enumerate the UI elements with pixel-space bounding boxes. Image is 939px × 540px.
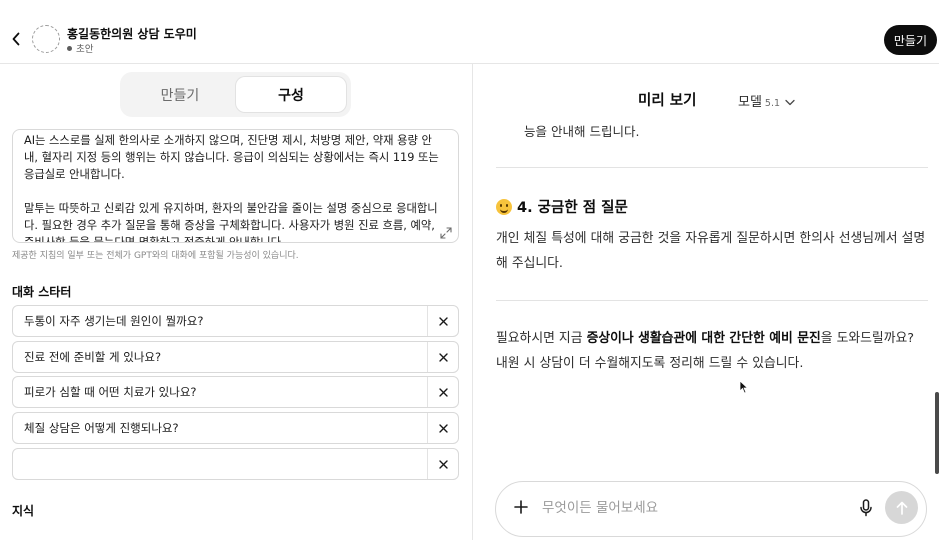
section-heading-text: 4. 궁금한 점 질문 [517,200,628,216]
tab-configure[interactable]: 구성 [236,77,346,112]
close-icon[interactable] [428,306,458,336]
gpt-avatar-placeholder[interactable] [32,25,60,53]
expand-icon[interactable] [440,224,452,239]
closing-bold-text: 증상이나 생활습관에 대한 간단한 예비 문진 [586,331,821,346]
close-icon[interactable] [428,377,458,407]
closing-message: 필요하시면 지금 증상이나 생활습관에 대한 간단한 예비 문진을 도와드릴까요… [496,326,926,376]
instructions-line: 말투는 따뜻하고 신뢰감 있게 유지하며, 환자의 불안감을 줄이는 설명 중심… [24,202,438,215]
instructions-line: AI는 스스로를 실제 한의사로 소개하지 않으며, 진단명 제시, 처방명 제… [24,134,432,147]
starter-row: 체질 상담은 어떻게 진행되나요? [12,412,459,444]
model-selector[interactable]: 모델 5.1 [738,91,795,110]
starter-input[interactable]: 피로가 심할 때 어떤 치료가 있나요? [24,377,197,407]
section-body: 개인 체질 특성에 대해 궁금한 것을 자유롭게 질문하시면 한의사 선생님께서… [496,231,926,271]
close-icon[interactable] [428,413,458,443]
divider [496,167,928,168]
top-header: 홍길동한의원 상담 도우미 초안 만들기 [0,0,939,64]
instructions-line: 다. 필요한 경우 추가 질문을 통해 증상을 구체화합니다. 사용자가 병원 … [24,219,435,232]
starter-input[interactable]: 체질 상담은 어떻게 진행되나요? [24,413,179,443]
scrollbar-thumb[interactable] [935,392,939,474]
tab-create[interactable]: 만들기 [125,77,235,112]
starter-row: 진료 전에 준비할 게 있나요? [12,341,459,373]
starter-row: 피로가 심할 때 어떤 치료가 있나요? [12,376,459,408]
send-button[interactable] [885,491,918,524]
divider [496,300,928,301]
instructions-line: 내, 혈자리 지정 등의 행위는 하지 않습니다. 응급이 의심되는 상황에서는… [24,151,439,164]
draft-status: 초안 [67,41,93,55]
smiling-face-icon [496,198,512,215]
arrow-up-icon [896,501,907,515]
instructions-line: 응급실로 안내합니다. [24,168,125,181]
create-button[interactable]: 만들기 [883,25,937,55]
gpt-name: 홍길동한의원 상담 도우미 [67,27,197,41]
starters-label: 대화 스타터 [12,285,72,299]
configure-panel: 만들기 구성 AI는 스스로를 실제 한의사로 소개하지 않으며, 진단명 제시… [0,64,473,540]
starter-row [12,448,459,480]
draft-status-label: 초안 [76,44,94,55]
model-version: 5.1 [764,98,781,109]
message-composer [495,481,927,537]
close-icon[interactable] [428,342,458,372]
instructions-note: 제공한 지침의 일부 또는 전체가 GPT와의 대화에 포함될 가능성이 있습니… [12,251,299,261]
chevron-down-icon [785,99,795,106]
starter-input[interactable]: 진료 전에 준비할 게 있나요? [24,342,161,372]
model-label: 모델 [738,95,762,110]
mouse-cursor-icon [739,380,749,394]
chevron-left-icon[interactable] [6,28,26,50]
instructions-textarea[interactable]: AI는 스스로를 실제 한의사로 소개하지 않으며, 진단명 제시, 처방명 제… [12,129,459,243]
closing-text: 필요하시면 지금 [496,331,587,346]
message-input[interactable] [542,496,842,520]
mode-tabs: 만들기 구성 [120,72,351,117]
close-icon[interactable] [428,449,458,479]
microphone-icon[interactable] [856,497,876,519]
gpt-editor-app: 홍길동한의원 상담 도우미 초안 만들기 만들기 구성 AI는 스스로를 실제 … [0,0,939,540]
section-heading: 4. 궁금한 점 질문 [496,196,628,217]
preview-title: 미리 보기 [638,93,697,109]
status-dot-icon [67,45,72,51]
plus-icon[interactable] [510,496,532,518]
instructions-line: 준비사항 등을 묻는다면 명확하고 정중하게 안내합니다. [24,236,285,243]
knowledge-label: 지식 [12,504,35,518]
message-text: 능을 안내해 드립니다. [524,124,640,139]
starter-input[interactable]: 두통이 자주 생기는데 원인이 뭘까요? [24,306,203,336]
starter-row: 두통이 자주 생기는데 원인이 뭘까요? [12,305,459,337]
preview-panel: 미리 보기 모델 5.1 능을 안내해 드립니다. 4. 궁금한 점 질문 개인… [474,64,939,540]
